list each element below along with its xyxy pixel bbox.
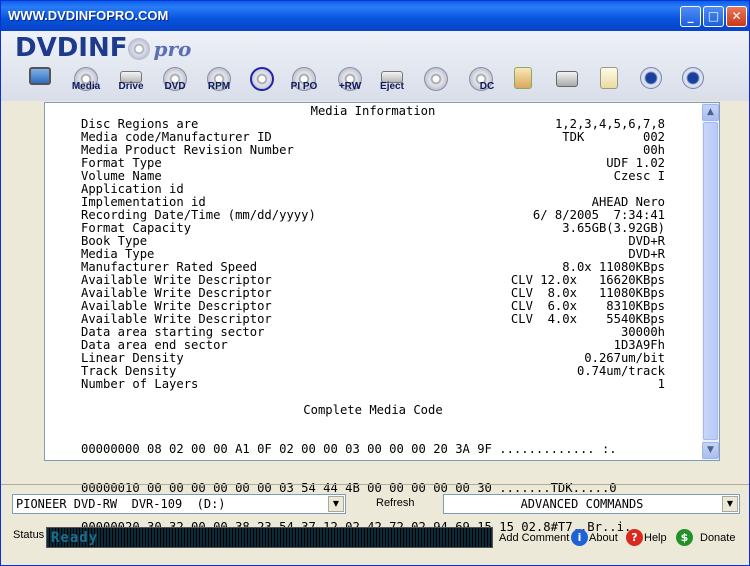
app-logo: DVDINF pro: [15, 33, 191, 63]
toolbar-label: Eject: [380, 81, 404, 92]
app-header: DVDINF pro Media Drive DVD RPM PI PO +RW…: [1, 31, 749, 101]
media-info-row: Number of Layers 1: [81, 378, 665, 391]
toolbar-burn-button[interactable]: [421, 67, 451, 99]
toolbar-clipboard-button[interactable]: [509, 67, 537, 99]
divider: [1, 484, 749, 485]
media-info-row: Media Product Revision Number 00h: [81, 144, 665, 157]
add-comment-button[interactable]: Add Comment: [499, 532, 569, 544]
title-bar[interactable]: WWW.DVDINFOPRO.COM _ □ ✕: [1, 1, 749, 31]
refresh-button[interactable]: Refresh: [376, 497, 415, 509]
chevron-down-icon[interactable]: ▼: [722, 496, 738, 512]
stop-icon: [682, 67, 704, 89]
media-code-title: Complete Media Code: [303, 403, 443, 417]
toolbar-label: DVD: [164, 81, 186, 92]
status-label: Status: [13, 529, 45, 541]
media-info-table: Disc Regions are 1,2,3,4,5,6,7,8 Media cod…: [81, 118, 665, 391]
toolbar-media-button[interactable]: Media: [68, 67, 104, 99]
close-button[interactable]: ✕: [726, 6, 747, 27]
toolbar-play-button[interactable]: [637, 67, 665, 99]
toolbar-pipo-button[interactable]: PI PO: [287, 67, 321, 99]
info-icon: i: [571, 529, 588, 546]
toolbar: Media Drive DVD RPM PI PO +RW Eject DC: [25, 67, 725, 99]
toolbar-label: Media: [71, 81, 101, 92]
toolbar-label: +RW: [338, 81, 362, 92]
commands-select[interactable]: ADVANCED COMMANDS ▼: [443, 494, 740, 514]
hex-line: 00000000 08 02 00 00 A1 0F 02 00 00 03 0…: [81, 442, 617, 456]
help-icon: ?: [626, 529, 643, 546]
info-panel: Media Information Disc Regions are 1,2,3,…: [44, 102, 720, 534]
drive-select-value: PIONEER DVD-RW DVR-109 (D:): [16, 497, 226, 511]
media-info-value: 0.74um/track: [576, 364, 665, 378]
drive-select[interactable]: PIONEER DVD-RW DVR-109 (D:) ▼: [12, 494, 346, 514]
media-info-value: 1: [657, 377, 665, 391]
toolbar-dvd-button[interactable]: DVD: [160, 67, 190, 99]
media-info-row: Format Type UDF 1.02: [81, 157, 665, 170]
camera-icon: [556, 71, 578, 87]
logo-text: DVDINF: [15, 33, 128, 63]
commands-select-value: ADVANCED COMMANDS: [520, 497, 644, 511]
donate-button[interactable]: Donate: [700, 532, 735, 544]
about-button[interactable]: About: [589, 532, 618, 544]
toolbar-drive-button[interactable]: Drive: [114, 67, 148, 99]
minimize-button[interactable]: _: [680, 6, 701, 27]
monitor-icon: [29, 67, 51, 85]
toolbar-label: PI PO: [290, 81, 318, 92]
toolbar-monitor-button[interactable]: [25, 67, 55, 99]
pen-disc-icon: [424, 67, 448, 91]
toolbar-dc-button[interactable]: DC: [465, 67, 497, 99]
media-info-value: Czesc I: [613, 169, 665, 183]
toolbar-stop-button[interactable]: [679, 67, 707, 99]
logo-disc-icon: [128, 37, 151, 60]
toolbar-label: RPM: [207, 81, 231, 92]
logo-pro-text: pro: [153, 37, 192, 61]
toolbar-eject-button[interactable]: Eject: [375, 67, 409, 99]
toolbar-rpm-button[interactable]: RPM: [203, 67, 235, 99]
clipboard-icon: [514, 67, 532, 89]
window-title: WWW.DVDINFOPRO.COM: [8, 8, 169, 23]
media-info-row: Format Capacity 3.65GB(3.92GB): [81, 222, 665, 235]
status-display: Ready: [46, 527, 493, 548]
magnifier-disc-icon: [250, 67, 274, 91]
toolbar-scan-button[interactable]: [247, 67, 277, 99]
scroll-thumb[interactable]: [703, 122, 718, 440]
toolbar-rw-button[interactable]: +RW: [333, 67, 367, 99]
toolbar-label: Drive: [118, 81, 144, 92]
toolbar-label: DC: [479, 81, 495, 92]
toolbar-notes-button[interactable]: [595, 67, 623, 99]
scroll-up-icon[interactable]: ▲: [702, 104, 719, 121]
vertical-scrollbar[interactable]: ▲ ▼: [702, 103, 719, 460]
notepad-icon: [600, 67, 618, 89]
toolbar-screenshot-button[interactable]: [553, 67, 581, 99]
scroll-down-icon[interactable]: ▼: [702, 442, 719, 459]
media-info-row: Book Type DVD+R: [81, 235, 665, 248]
maximize-button[interactable]: □: [703, 6, 724, 27]
main-window: WWW.DVDINFOPRO.COM _ □ ✕ DVDINF pro Media…: [0, 0, 750, 566]
dollar-icon: $: [676, 529, 693, 546]
chevron-down-icon[interactable]: ▼: [328, 496, 344, 512]
status-text: Ready: [51, 530, 99, 546]
help-button[interactable]: Help: [644, 532, 667, 544]
media-info-label: Number of Layers: [81, 377, 199, 391]
play-icon: [640, 67, 662, 89]
